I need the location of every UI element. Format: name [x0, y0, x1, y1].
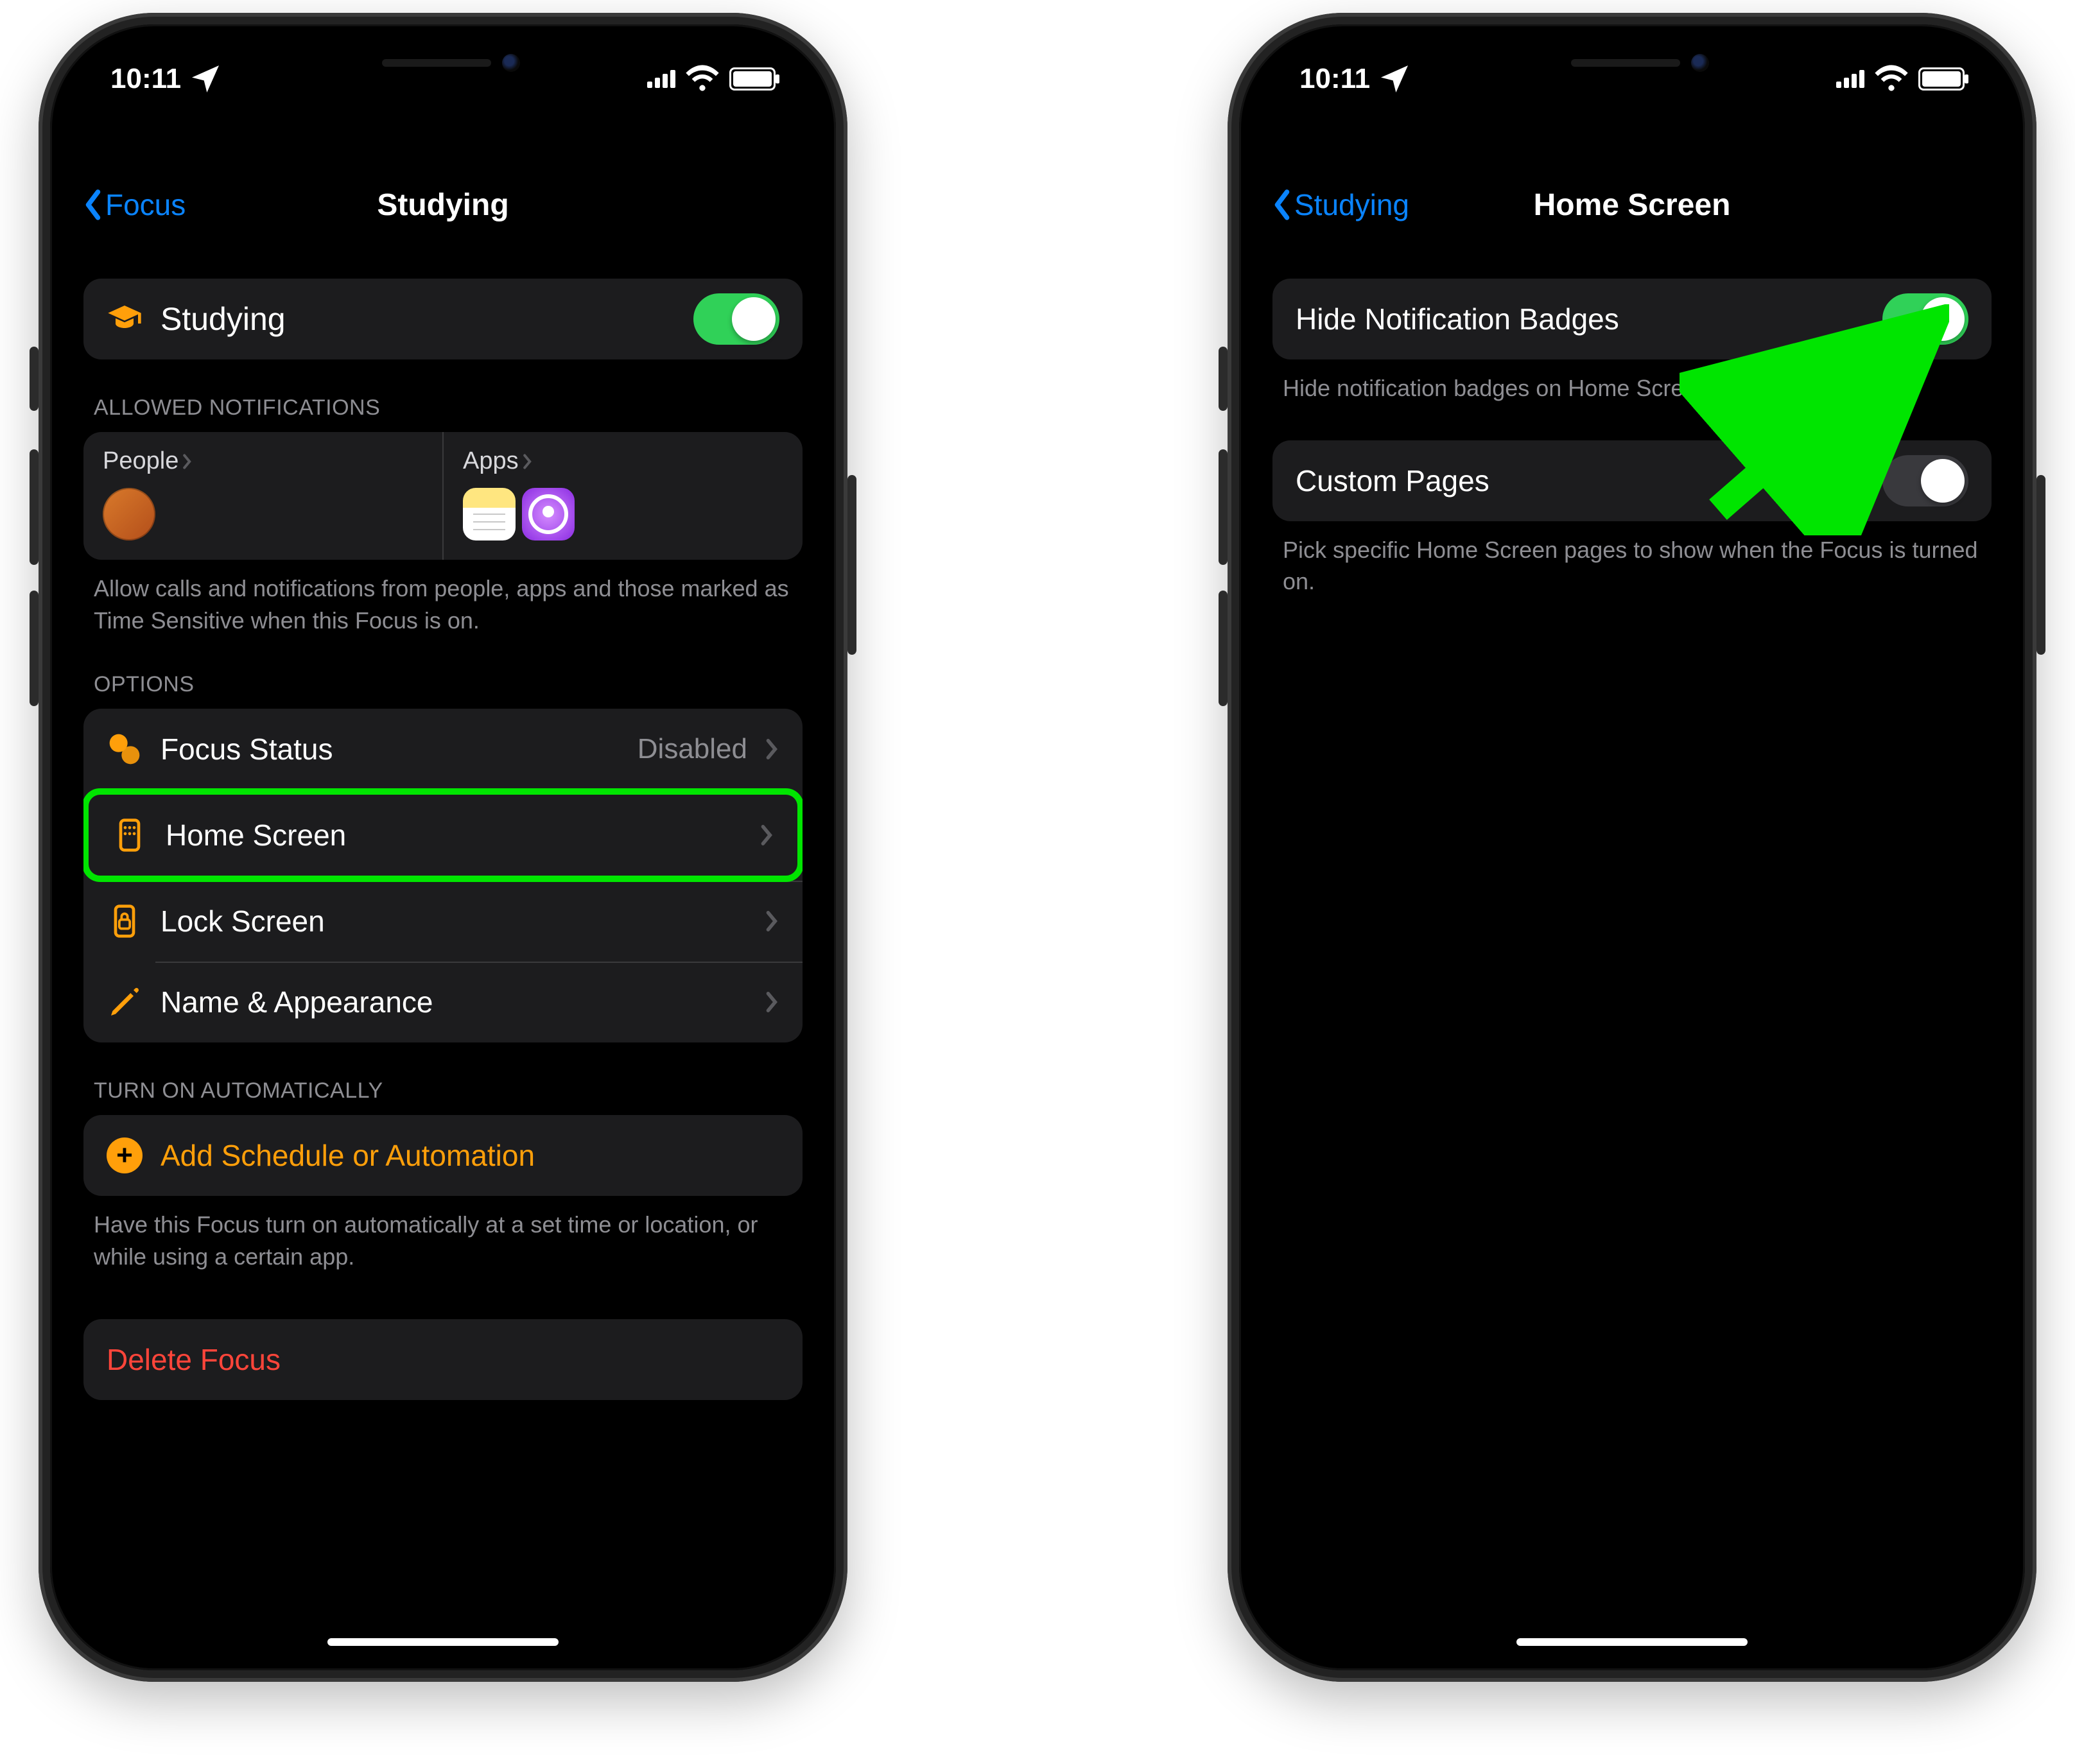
allowed-apps-label: Apps	[463, 447, 519, 475]
chevron-right-icon	[182, 453, 193, 470]
nav-bar: Focus Studying	[60, 169, 826, 240]
chevron-right-icon	[760, 824, 774, 847]
chevron-right-icon	[765, 738, 779, 761]
lock-screen-label: Lock Screen	[161, 904, 747, 938]
chevron-left-icon	[1272, 188, 1292, 221]
home-screen-label: Home Screen	[166, 818, 742, 852]
wifi-icon	[1873, 61, 1909, 97]
chevron-left-icon	[83, 188, 103, 221]
name-appearance-row[interactable]: Name & Appearance	[83, 962, 803, 1042]
back-button[interactable]: Studying	[1272, 187, 1409, 222]
annotation-arrow	[1680, 304, 1949, 535]
name-appearance-label: Name & Appearance	[161, 985, 747, 1019]
back-button[interactable]: Focus	[83, 187, 186, 222]
allowed-footer: Allow calls and notifications from peopl…	[83, 560, 803, 636]
status-time: 10:11	[110, 63, 181, 95]
page-title: Studying	[377, 187, 508, 223]
focus-status-row[interactable]: Focus Status Disabled	[83, 709, 803, 790]
focus-status-icon	[107, 731, 143, 767]
nav-bar: Studying Home Screen	[1249, 169, 2015, 240]
focus-name: Studying	[161, 300, 675, 338]
location-icon	[187, 61, 223, 97]
focus-status-label: Focus Status	[161, 732, 620, 766]
allowed-apps[interactable]: Apps	[442, 432, 803, 560]
allowed-people[interactable]: People	[83, 432, 442, 560]
contact-avatar	[103, 488, 155, 540]
location-icon	[1376, 61, 1412, 97]
pencil-icon	[107, 984, 143, 1020]
focus-toggle[interactable]	[693, 293, 779, 345]
automation-header: TURN ON AUTOMATICALLY	[83, 1078, 803, 1115]
back-label: Focus	[105, 187, 186, 222]
chevron-right-icon	[765, 990, 779, 1014]
allowed-header: ALLOWED NOTIFICATIONS	[83, 395, 803, 432]
add-automation-row[interactable]: + Add Schedule or Automation	[83, 1115, 803, 1196]
page-title: Home Screen	[1534, 187, 1731, 223]
cell-signal-icon	[647, 70, 675, 88]
graduation-cap-icon	[107, 301, 143, 337]
home-screen-row[interactable]: Home Screen	[83, 788, 803, 882]
lock-screen-icon	[107, 903, 143, 939]
allowed-people-label: People	[103, 447, 178, 475]
chevron-right-icon	[523, 453, 533, 470]
battery-icon	[1918, 67, 1965, 91]
notch	[276, 35, 610, 87]
notch	[1465, 35, 1799, 87]
home-indicator[interactable]	[1516, 1638, 1748, 1646]
notes-app-icon	[463, 488, 516, 540]
chevron-right-icon	[765, 910, 779, 933]
automation-footer: Have this Focus turn on automatically at…	[83, 1196, 803, 1272]
lock-screen-row[interactable]: Lock Screen	[83, 881, 803, 962]
focus-status-detail: Disabled	[638, 733, 747, 765]
podcasts-app-icon	[522, 488, 575, 540]
back-label: Studying	[1294, 187, 1409, 222]
delete-focus-row[interactable]: Delete Focus	[83, 1319, 803, 1400]
focus-toggle-row: Studying	[83, 279, 803, 359]
options-header: OPTIONS	[83, 672, 803, 709]
wifi-icon	[684, 61, 720, 97]
add-automation-label: Add Schedule or Automation	[161, 1138, 779, 1173]
cell-signal-icon	[1836, 70, 1864, 88]
delete-focus-label: Delete Focus	[107, 1342, 779, 1377]
battery-icon	[729, 67, 776, 91]
home-screen-icon	[112, 817, 148, 853]
status-time: 10:11	[1299, 63, 1370, 95]
plus-icon: +	[107, 1137, 143, 1173]
home-indicator[interactable]	[327, 1638, 559, 1646]
